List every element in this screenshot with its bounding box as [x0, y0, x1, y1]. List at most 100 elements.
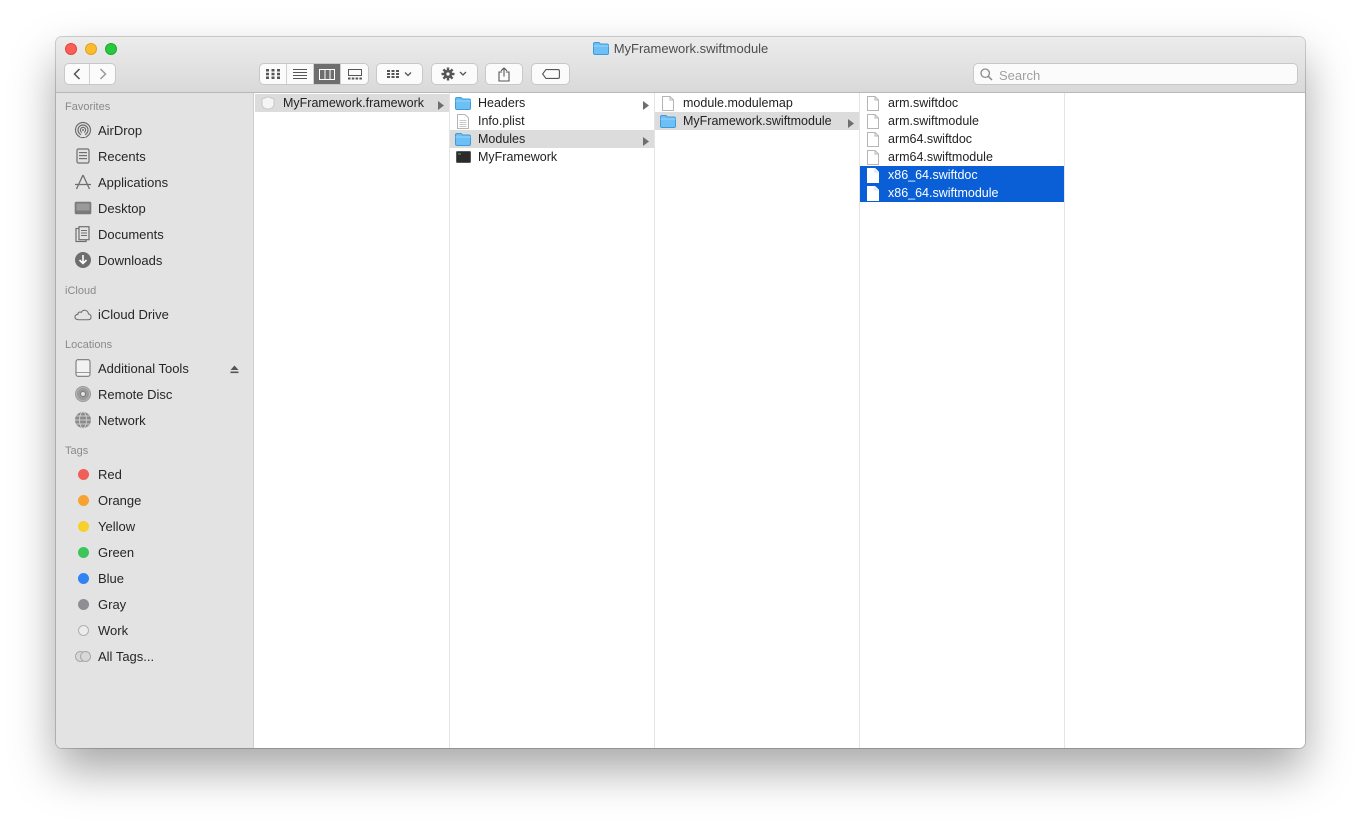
group-icon	[386, 70, 411, 78]
file-row-module-modulemap[interactable]: module.modulemap	[655, 94, 859, 112]
icon-view-button[interactable]	[260, 64, 287, 84]
sidebar-tag-green[interactable]: Green	[56, 541, 253, 563]
file-row-arm64-swiftmodule[interactable]: arm64.swiftmodule	[860, 148, 1064, 166]
file-name: MyFramework.swiftmodule	[683, 114, 832, 128]
share-icon	[498, 66, 510, 82]
document-icon	[865, 185, 881, 201]
file-row-myframework-swiftmodule[interactable]: MyFramework.swiftmodule	[655, 112, 859, 130]
file-name: arm.swiftmodule	[888, 114, 979, 128]
file-row-modules[interactable]: Modules	[450, 130, 654, 148]
finder-window: MyFramework.swiftmodule Search Favorites…	[56, 37, 1305, 748]
sidebar-item-desktop[interactable]: Desktop	[56, 197, 253, 219]
file-row-arm-swiftmodule[interactable]: arm.swiftmodule	[860, 112, 1064, 130]
action-menu-button[interactable]	[431, 63, 478, 85]
browser-column-3: module.modulemap MyFramework.swiftmodule	[655, 93, 860, 748]
sidebar-tag-orange[interactable]: Orange	[56, 489, 253, 511]
sidebar-item-label: All Tags...	[98, 648, 155, 664]
navigation-buttons	[64, 63, 116, 85]
toolbar: MyFramework.swiftmodule	[56, 37, 1305, 93]
file-name: Headers	[478, 96, 526, 110]
icon-view-icon	[266, 69, 280, 79]
chevron-right-icon	[99, 68, 107, 80]
sidebar-item-label: Green	[98, 544, 135, 560]
file-row-arm-swiftdoc[interactable]: arm.swiftdoc	[860, 94, 1064, 112]
file-name: Info.plist	[478, 114, 525, 128]
back-button[interactable]	[65, 64, 91, 84]
sidebar-item-label: Work	[98, 622, 129, 638]
forward-button[interactable]	[90, 64, 115, 84]
file-name: x86_64.swiftdoc	[888, 168, 978, 182]
file-name: x86_64.swiftmodule	[888, 186, 999, 200]
sidebar-item-remote-disc[interactable]: Remote Disc	[56, 383, 253, 405]
disclosure-arrow-icon	[848, 116, 854, 131]
sidebar-tag-work[interactable]: Work	[56, 619, 253, 641]
recents-icon	[74, 147, 92, 165]
browser-column-1: MyFramework.framework	[255, 93, 450, 748]
sidebar-item-recents[interactable]: Recents	[56, 145, 253, 167]
document-icon	[865, 131, 881, 147]
document-icon	[865, 149, 881, 165]
blue-tag-icon	[74, 569, 92, 587]
file-name: MyFramework	[478, 150, 558, 164]
sidebar-tag-yellow[interactable]: Yellow	[56, 515, 253, 537]
sidebar-section-tags: Tags	[65, 445, 89, 457]
file-row-x86-64-swiftdoc[interactable]: x86_64.swiftdoc	[860, 166, 1064, 184]
sidebar-item-network[interactable]: Network	[56, 409, 253, 431]
sidebar-item-downloads[interactable]: Downloads	[56, 249, 253, 271]
file-row-x86-64-swiftmodule[interactable]: x86_64.swiftmodule	[860, 184, 1064, 202]
sidebar-item-documents[interactable]: Documents	[56, 223, 253, 245]
sidebar-tag-gray[interactable]: Gray	[56, 593, 253, 615]
remote-disc-icon	[74, 385, 92, 403]
disclosure-arrow-icon	[643, 134, 649, 149]
file-row-arm64-swiftdoc[interactable]: arm64.swiftdoc	[860, 130, 1064, 148]
file-name: arm64.swiftdoc	[888, 132, 973, 146]
tag-icon	[541, 69, 560, 79]
sidebar-tag-blue[interactable]: Blue	[56, 567, 253, 589]
sidebar: Favorites AirDrop Recents Applications D…	[56, 93, 254, 748]
eject-icon[interactable]	[230, 362, 239, 377]
sidebar-item-label: Red	[98, 466, 122, 482]
sidebar-item-label: Applications	[98, 174, 169, 190]
file-row-info-plist[interactable]: Info.plist	[450, 112, 654, 130]
sidebar-item-label: Yellow	[98, 518, 136, 534]
group-by-button[interactable]	[376, 63, 423, 85]
orange-tag-icon	[74, 491, 92, 509]
share-button[interactable]	[485, 63, 523, 85]
file-name: MyFramework.framework	[283, 96, 424, 110]
sidebar-item-label: Recents	[98, 148, 146, 164]
yellow-tag-icon	[74, 517, 92, 535]
work-tag-icon	[74, 621, 92, 639]
document-icon	[865, 113, 881, 129]
applications-icon	[74, 173, 92, 191]
edit-tags-button[interactable]	[531, 63, 570, 85]
document-icon	[865, 95, 881, 111]
gallery-view-button[interactable]	[341, 64, 368, 84]
file-row-headers[interactable]: Headers	[450, 94, 654, 112]
file-row-myframework-binary[interactable]: MyFramework	[450, 148, 654, 166]
document-icon	[660, 95, 676, 111]
sidebar-item-icloud-drive[interactable]: iCloud Drive	[56, 303, 253, 325]
gallery-view-icon	[347, 68, 362, 79]
sidebar-tag-red[interactable]: Red	[56, 463, 253, 485]
sidebar-item-label: Desktop	[98, 200, 146, 216]
list-view-button[interactable]	[287, 64, 314, 84]
documents-icon	[74, 225, 92, 243]
sidebar-item-additional-tools[interactable]: Additional Tools	[56, 357, 253, 379]
sidebar-item-label: Network	[98, 412, 146, 428]
disk-icon	[74, 359, 92, 377]
sidebar-item-label: Additional Tools	[98, 360, 189, 376]
column-view-button[interactable]	[314, 64, 341, 84]
sidebar-item-applications[interactable]: Applications	[56, 171, 253, 193]
sidebar-item-label: AirDrop	[98, 122, 143, 138]
green-tag-icon	[74, 543, 92, 561]
search-input[interactable]	[997, 66, 1291, 84]
airdrop-icon	[74, 121, 92, 139]
sidebar-item-airdrop[interactable]: AirDrop	[56, 119, 253, 141]
file-row-myframework-framework[interactable]: MyFramework.framework	[255, 94, 449, 112]
chevron-left-icon	[73, 68, 81, 80]
red-tag-icon	[74, 465, 92, 483]
sidebar-item-label: Remote Disc	[98, 386, 173, 402]
search-field[interactable]	[973, 63, 1298, 85]
column-view-icon	[319, 68, 335, 80]
sidebar-tag-all-tags[interactable]: All Tags...	[56, 645, 253, 667]
